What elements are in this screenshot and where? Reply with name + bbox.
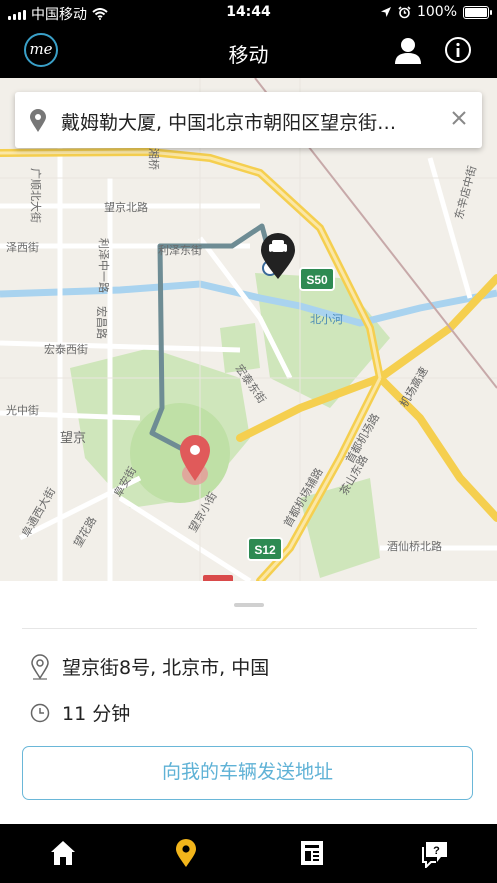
help-chat-icon[interactable]: ? [420, 838, 450, 868]
clock-icon [30, 703, 50, 722]
newspaper-icon[interactable] [297, 838, 327, 868]
clear-icon[interactable] [449, 108, 469, 128]
status-bar: 中国移动 14:44 100% [0, 0, 497, 26]
alarm-icon [398, 5, 411, 18]
search-address-text[interactable]: 戴姆勒大厦, 中国北京市朝阳区望京街… [61, 108, 441, 135]
s12-shield: S12 [247, 537, 283, 561]
svg-text:S50: S50 [306, 273, 328, 287]
s50-shield: S50 [299, 267, 335, 291]
svg-text:S12: S12 [254, 543, 276, 557]
location-pin-outline-icon [31, 653, 49, 680]
map-label: 酒仙桥北路 [387, 540, 442, 553]
map-view[interactable]: S50 S12 望京北路 利泽东街 泽西街 宏泰西街 北小河 光中街 望京 酒仙… [0, 78, 497, 581]
map-label: 东辛店中街 [451, 164, 479, 221]
map-canvas: S50 S12 望京北路 利泽东街 泽西街 宏泰西街 北小河 光中街 望京 酒仙… [0, 78, 497, 581]
car-marker-icon[interactable] [261, 233, 295, 279]
map-label: 宏昌路 [95, 306, 109, 339]
nav-bar: me 移动 [0, 26, 497, 78]
map-label: 望京 [60, 430, 86, 445]
info-icon[interactable] [444, 36, 472, 64]
map-label: 广顺北大街 [29, 168, 43, 223]
address-search-bar[interactable]: 戴姆勒大厦, 中国北京市朝阳区望京街… [15, 92, 482, 148]
map-label: 湘桥 [147, 148, 161, 170]
duration-row: 11 分钟 [30, 699, 130, 726]
map-label: 利泽东街 [158, 243, 202, 257]
destination-row: 望京街8号, 北京市, 中国 [30, 653, 269, 680]
battery-percent: 100% [416, 4, 457, 20]
home-icon[interactable] [48, 838, 78, 868]
map-label: 宏泰西街 [44, 342, 88, 356]
map-label: 望花路 [71, 514, 99, 549]
map-label: 北小河 [310, 313, 343, 326]
destination-pin-icon[interactable] [180, 435, 210, 485]
divider [22, 628, 477, 629]
location-pin-icon[interactable] [171, 838, 201, 868]
location-pin-icon [30, 109, 46, 132]
location-arrow-icon [380, 7, 391, 17]
route-details-panel: 望京街8号, 北京市, 中国 11 分钟 向我的车辆发送地址 [0, 581, 497, 824]
tab-bar: ? [0, 824, 497, 883]
send-address-button[interactable]: 向我的车辆发送地址 [22, 746, 473, 800]
map-label: 泽西街 [6, 240, 39, 254]
page-title: 移动 [228, 43, 269, 67]
map-label: 利泽中一路 [97, 238, 110, 293]
battery-icon [463, 5, 492, 19]
profile-icon[interactable] [394, 36, 422, 66]
svg-text:?: ? [433, 845, 440, 857]
map-label: 机场高速 [396, 364, 430, 409]
map-label: 望京北路 [104, 200, 148, 214]
map-label: 光中街 [6, 403, 39, 417]
drag-handle[interactable] [234, 603, 264, 607]
destination-address: 望京街8号, 北京市, 中国 [62, 657, 270, 679]
travel-duration: 11 分钟 [62, 703, 131, 725]
